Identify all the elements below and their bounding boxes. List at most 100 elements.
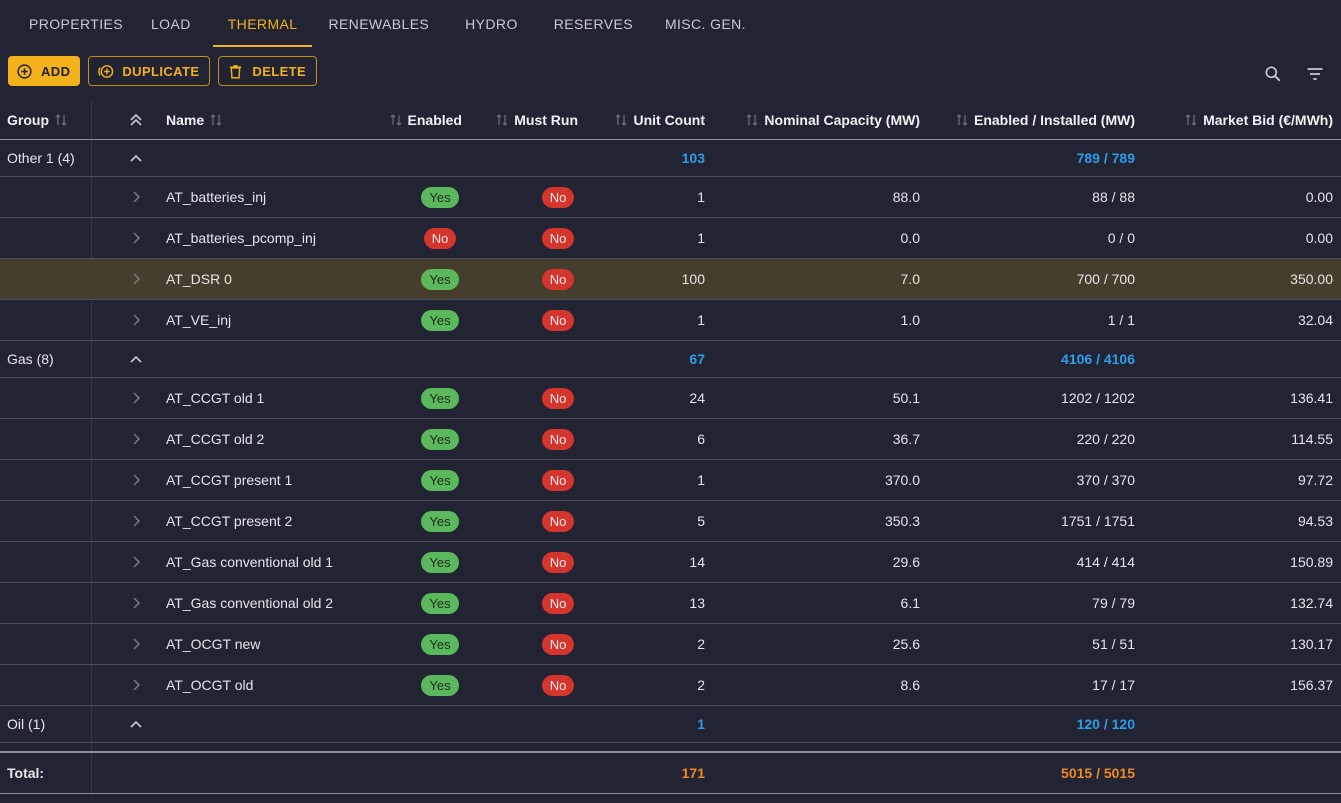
table-row[interactable]: AT_VE_inj Yes No 1 1.0 1 / 1 32.04 xyxy=(0,300,1341,341)
tab-load[interactable]: LOAD xyxy=(137,0,213,47)
market-bid-cell: 150.89 xyxy=(1290,554,1333,570)
column-header-name[interactable]: Name xyxy=(166,100,396,139)
delete-button-label: DELETE xyxy=(252,63,307,79)
tab-renewables[interactable]: RENEWABLES xyxy=(312,0,447,47)
chevron-right-icon[interactable] xyxy=(126,218,146,258)
nominal-capacity-cell: 25.6 xyxy=(892,636,920,652)
nominal-capacity-cell: 88.0 xyxy=(892,189,920,205)
chevron-right-icon[interactable] xyxy=(126,378,146,418)
unit-count-cell: 2 xyxy=(697,677,705,693)
enabled-installed-cell: 88 / 88 xyxy=(1092,189,1135,205)
row-name: AT_DSR 0 xyxy=(166,271,232,287)
enabled-installed-cell: 1751 / 1751 xyxy=(1061,513,1135,529)
must-run-cell: No xyxy=(514,378,602,418)
must-run-cell: No xyxy=(514,460,602,500)
chevron-right-icon[interactable] xyxy=(126,665,146,705)
market-bid-cell: 350.00 xyxy=(1290,271,1333,287)
table-row[interactable]: AT_Gas conventional old 1 Yes No 14 29.6 414 … xyxy=(0,542,1341,583)
chevron-up-icon[interactable] xyxy=(126,140,146,176)
table-row[interactable]: AT_CCGT old 2 Yes No 6 36.7 220 / 220 114.55 xyxy=(0,419,1341,460)
tab-bar: PROPERTIES LOAD THERMAL RENEWABLES HYDRO… xyxy=(0,0,1341,48)
table-row[interactable]: AT_CCGT present 2 Yes No 5 350.3 1751 / 1751 9… xyxy=(0,501,1341,542)
duplicate-button[interactable]: DUPLICATE xyxy=(88,56,211,86)
group-enabled-installed: 120 / 120 xyxy=(1076,716,1135,732)
row-name: AT_VE_inj xyxy=(166,312,232,328)
chevron-right-icon[interactable] xyxy=(126,501,146,541)
sort-icon xyxy=(1185,113,1197,126)
chevron-right-icon[interactable] xyxy=(126,300,146,340)
enabled-installed-cell: 700 / 700 xyxy=(1076,271,1135,287)
column-header-group[interactable]: Group xyxy=(7,100,87,139)
expand-all-icon[interactable] xyxy=(126,100,146,139)
group-unit-count: 103 xyxy=(681,150,705,166)
nominal-capacity-cell: 7.0 xyxy=(900,271,920,287)
chevron-up-icon[interactable] xyxy=(126,706,146,742)
filter-icon[interactable] xyxy=(1305,64,1325,84)
must-run-badge: No xyxy=(541,186,575,208)
table-row[interactable]: AT_OCGT new Yes No 2 25.6 51 / 51 130.17 xyxy=(0,624,1341,665)
enabled-badge: Yes xyxy=(421,469,459,491)
enabled-cell: Yes xyxy=(400,583,480,623)
nominal-capacity-cell: 29.6 xyxy=(892,554,920,570)
chevron-right-icon[interactable] xyxy=(126,460,146,500)
chevron-right-icon[interactable] xyxy=(126,624,146,664)
enabled-cell: Yes xyxy=(400,300,480,340)
row-name: AT_CCGT present 2 xyxy=(166,513,293,529)
chevron-right-icon[interactable] xyxy=(126,259,146,299)
unit-count-cell: 2 xyxy=(697,636,705,652)
column-header-must-run[interactable]: Must Run xyxy=(488,100,578,139)
must-run-badge: No xyxy=(541,592,575,614)
table-row[interactable]: AT_OCGT old Yes No 2 8.6 17 / 17 156.37 xyxy=(0,665,1341,706)
unit-count-cell: 24 xyxy=(689,390,705,406)
column-header-unit-count-label: Unit Count xyxy=(633,111,705,128)
market-bid-cell: 0.00 xyxy=(1305,189,1333,205)
trash-icon xyxy=(227,63,244,80)
sort-icon xyxy=(616,113,627,126)
must-run-badge: No xyxy=(541,469,575,491)
table-row[interactable]: AT_batteries_inj Yes No 1 88.0 88 / 88 0.00 xyxy=(0,177,1341,218)
chevron-up-icon[interactable] xyxy=(126,341,146,377)
column-header-enabled-installed-label: Enabled / Installed (MW) xyxy=(973,111,1135,128)
sort-icon xyxy=(956,113,968,126)
search-icon[interactable] xyxy=(1263,64,1283,84)
tab-misc-gen[interactable]: MISC. GEN. xyxy=(649,0,762,47)
chevron-right-icon[interactable] xyxy=(126,419,146,459)
group-row[interactable]: Gas (8) 67 4106 / 4106 xyxy=(0,341,1341,378)
table-row[interactable]: AT_DSR 0 Yes No 100 7.0 700 / 700 350.00 xyxy=(0,259,1341,300)
chevron-right-icon[interactable] xyxy=(126,542,146,582)
tab-properties[interactable]: PROPERTIES xyxy=(0,0,137,47)
tab-hydro[interactable]: HYDRO xyxy=(447,0,536,47)
enabled-installed-cell: 51 / 51 xyxy=(1092,636,1135,652)
enabled-cell: Yes xyxy=(400,542,480,582)
enabled-cell: Yes xyxy=(400,259,480,299)
enabled-badge: Yes xyxy=(421,510,459,532)
must-run-cell: No xyxy=(514,665,602,705)
delete-button[interactable]: DELETE xyxy=(218,56,318,86)
nominal-capacity-cell: 6.1 xyxy=(900,595,920,611)
column-header-enabled-installed[interactable]: Enabled / Installed (MW) xyxy=(940,100,1135,139)
tab-thermal[interactable]: THERMAL xyxy=(212,0,313,47)
enabled-installed-cell: 1 / 1 xyxy=(1107,312,1135,328)
group-enabled-installed: 789 / 789 xyxy=(1076,150,1135,166)
column-header-nominal-capacity[interactable]: Nominal Capacity (MW) xyxy=(730,100,920,139)
column-header-enabled[interactable]: Enabled xyxy=(382,100,462,139)
must-run-cell: No xyxy=(514,419,602,459)
column-header-market-bid[interactable]: Market Bid (€/MWh) xyxy=(1150,100,1333,139)
chevron-right-icon[interactable] xyxy=(126,583,146,623)
table-row[interactable]: AT_Gas conventional old 2 Yes No 13 6.1 79 / … xyxy=(0,583,1341,624)
table-row[interactable]: AT_CCGT old 1 Yes No 24 50.1 1202 / 1202 136.4… xyxy=(0,378,1341,419)
tab-reserves[interactable]: RESERVES xyxy=(536,0,649,47)
enabled-installed-cell: 1202 / 1202 xyxy=(1061,390,1135,406)
table-row[interactable]: AT_batteries_pcomp_inj No No 1 0.0 0 / 0 0.00 xyxy=(0,218,1341,259)
market-bid-cell: 132.74 xyxy=(1290,595,1333,611)
enabled-cell: Yes xyxy=(400,624,480,664)
must-run-badge: No xyxy=(541,510,575,532)
group-row[interactable]: Other 1 (4) 103 789 / 789 xyxy=(0,140,1341,177)
group-row[interactable]: Oil (1) 1 120 / 120 xyxy=(0,706,1341,743)
add-button[interactable]: ADD xyxy=(8,56,81,86)
table-row[interactable]: AT_CCGT present 1 Yes No 1 370.0 370 / 370 97.… xyxy=(0,460,1341,501)
chevron-right-icon[interactable] xyxy=(126,177,146,217)
market-bid-cell: 130.17 xyxy=(1290,636,1333,652)
group-unit-count: 67 xyxy=(689,351,705,367)
column-header-unit-count[interactable]: Unit Count xyxy=(606,100,705,139)
